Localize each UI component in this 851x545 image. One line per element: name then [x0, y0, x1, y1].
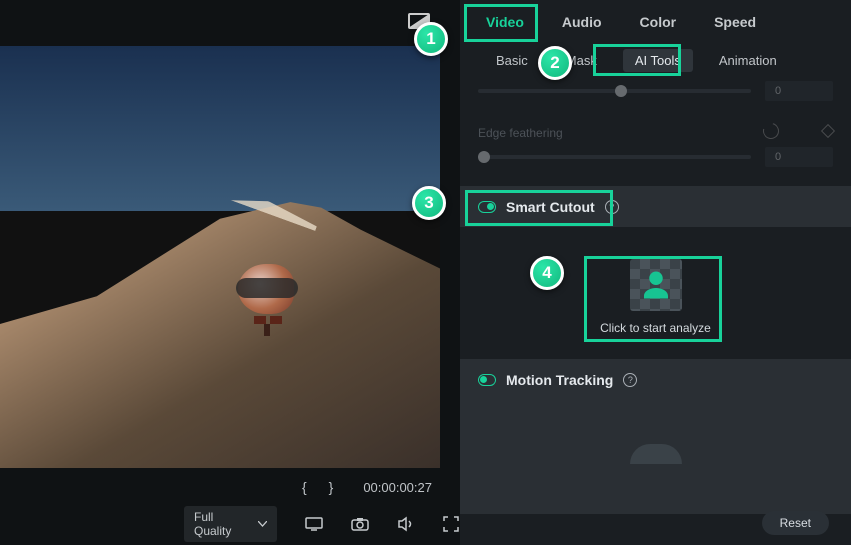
tab-video[interactable]: Video: [472, 8, 538, 36]
step-badge-2: 2: [538, 46, 572, 80]
fullscreen-icon[interactable]: [443, 516, 460, 532]
start-analyze-button[interactable]: Click to start analyze: [600, 259, 711, 335]
slider-1[interactable]: [478, 89, 751, 93]
start-analyze-label: Click to start analyze: [600, 321, 711, 335]
edge-feathering-slider[interactable]: [478, 155, 751, 159]
smart-cutout-label: Smart Cutout: [506, 199, 595, 215]
timecode: 00:00:00:27: [363, 480, 432, 495]
edge-feathering-label: Edge feathering: [478, 120, 749, 142]
snapshot-icon[interactable]: [351, 516, 369, 532]
subtab-basic[interactable]: Basic: [484, 49, 540, 72]
edge-feathering-value[interactable]: 0: [765, 147, 833, 167]
slider-1-value[interactable]: 0: [765, 81, 833, 101]
motion-tracking-help-icon[interactable]: ?: [623, 373, 637, 387]
smart-cutout-help-icon[interactable]: ?: [605, 200, 619, 214]
step-badge-3: 3: [412, 186, 446, 220]
tab-color[interactable]: Color: [626, 8, 691, 36]
person-icon: [638, 267, 674, 303]
tab-speed[interactable]: Speed: [700, 8, 770, 36]
volume-icon[interactable]: [397, 516, 415, 532]
smart-cutout-toggle[interactable]: [478, 201, 496, 213]
reset-icon[interactable]: [760, 120, 782, 142]
motion-tracking-placeholder: [630, 444, 682, 464]
motion-tracking-label: Motion Tracking: [506, 372, 613, 388]
reset-button[interactable]: Reset: [762, 511, 829, 535]
display-icon[interactable]: [305, 516, 323, 532]
subtab-ai-tools[interactable]: AI Tools: [623, 49, 693, 72]
quality-dropdown[interactable]: Full Quality: [184, 506, 277, 542]
subtab-animation[interactable]: Animation: [707, 49, 789, 72]
mark-in-bracket[interactable]: {: [302, 479, 307, 495]
video-preview: [0, 46, 440, 468]
step-badge-1: 1: [414, 22, 448, 56]
tab-audio[interactable]: Audio: [548, 8, 616, 36]
mark-out-bracket[interactable]: }: [329, 479, 334, 495]
step-badge-4: 4: [530, 256, 564, 290]
motion-tracking-toggle[interactable]: [478, 374, 496, 386]
keyframe-icon[interactable]: [821, 124, 835, 138]
